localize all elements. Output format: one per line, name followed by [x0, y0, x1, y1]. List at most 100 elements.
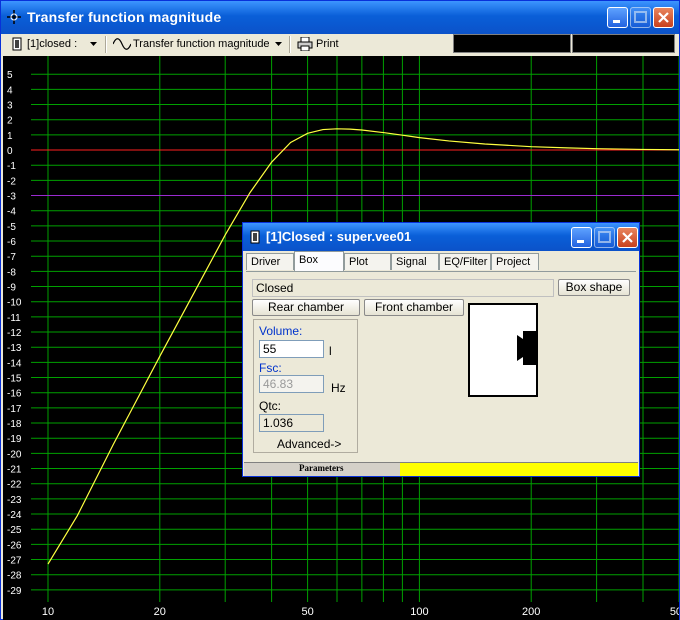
x-tick-label: 200 — [522, 606, 540, 618]
fsc-field: 46.83 — [259, 375, 324, 393]
y-tick-label: -2 — [7, 176, 16, 187]
status-bar: Parameters — [244, 462, 638, 476]
graph-type-label: Transfer function magnitude — [133, 38, 270, 50]
y-tick-label: -9 — [7, 283, 16, 294]
y-tick-label: -25 — [7, 525, 22, 536]
print-button[interactable]: Print — [297, 36, 347, 52]
speaker-icon — [12, 37, 22, 51]
status-progress-fill — [400, 463, 638, 476]
front-chamber-button[interactable]: Front chamber — [364, 299, 464, 316]
chevron-down-icon — [90, 42, 97, 46]
y-tick-label: -7 — [7, 252, 16, 263]
minimize-button[interactable] — [607, 7, 628, 28]
y-tick-label: 2 — [7, 116, 13, 127]
toolbar-separator — [105, 36, 107, 53]
box-design-dialog: [1]Closed : super.vee01 Driver Box Plot … — [242, 222, 640, 477]
advanced-link[interactable]: Advanced-> — [277, 437, 341, 451]
y-tick-label: -23 — [7, 495, 22, 506]
dialog-minimize-button[interactable] — [571, 227, 592, 248]
volume-unit: l — [329, 344, 332, 358]
tab-driver[interactable]: Driver — [246, 253, 294, 270]
close-icon — [622, 232, 633, 243]
y-tick-label: -15 — [7, 374, 22, 385]
y-tick-label: -14 — [7, 358, 22, 369]
status-label: Parameters — [299, 463, 344, 473]
y-tick-label: 0 — [7, 146, 13, 157]
print-label: Print — [316, 38, 339, 50]
close-icon — [658, 12, 669, 23]
y-tick-label: -4 — [7, 207, 16, 218]
dialog-title: [1]Closed : super.vee01 — [266, 229, 412, 244]
readout-box-1 — [453, 34, 571, 53]
y-tick-label: -13 — [7, 343, 22, 354]
tab-box[interactable]: Box — [294, 251, 344, 271]
x-tick-label: 50 — [301, 606, 313, 618]
y-tick-label: -27 — [7, 556, 22, 567]
fsc-unit: Hz — [331, 381, 346, 395]
dialog-title-bar[interactable]: [1]Closed : super.vee01 — [243, 223, 639, 251]
y-tick-label: -5 — [7, 222, 16, 233]
x-tick-label: 100 — [410, 606, 428, 618]
tab-project[interactable]: Project — [491, 253, 539, 270]
printer-icon — [297, 37, 313, 51]
y-tick-label: -21 — [7, 465, 22, 476]
y-tick-label: -12 — [7, 328, 22, 339]
x-tick-label: 500 — [670, 606, 679, 618]
y-tick-label: -24 — [7, 510, 22, 521]
y-tick-label: -11 — [7, 313, 21, 324]
tab-plot[interactable]: Plot — [344, 253, 391, 270]
box-type-field: Closed — [252, 279, 554, 297]
dialog-close-button[interactable] — [617, 227, 638, 248]
chevron-down-icon — [275, 42, 282, 46]
project-select-label: [1]closed : — [27, 38, 78, 50]
crosshair-icon — [7, 10, 21, 24]
graph-type-dropdown[interactable]: Transfer function magnitude — [111, 36, 283, 52]
tab-eq-filter[interactable]: EQ/Filter — [439, 253, 491, 270]
maximize-icon — [634, 11, 647, 23]
y-tick-label: -10 — [7, 298, 22, 309]
y-tick-label: 3 — [7, 101, 13, 112]
y-tick-label: -22 — [7, 480, 22, 491]
maximize-button[interactable] — [630, 7, 651, 28]
close-button[interactable] — [653, 7, 674, 28]
y-tick-label: 4 — [7, 85, 13, 96]
dialog-maximize-button[interactable] — [594, 227, 615, 248]
x-tick-label: 10 — [42, 606, 54, 618]
y-tick-label: 1 — [7, 131, 13, 142]
waveform-icon — [113, 38, 131, 50]
y-tick-label: -16 — [7, 389, 22, 400]
box-shape-button[interactable]: Box shape — [558, 279, 630, 296]
toolbar: [1]closed : Transfer function magnitude … — [1, 34, 679, 54]
maximize-icon — [598, 231, 611, 243]
box-diagram — [468, 303, 538, 397]
rear-chamber-button[interactable]: Rear chamber — [252, 299, 360, 316]
volume-input[interactable]: 55 — [259, 340, 324, 358]
y-tick-label: -19 — [7, 434, 22, 445]
main-window: Transfer function magnitude [1]closed : … — [0, 0, 680, 620]
project-dropdown[interactable]: [1]closed : — [9, 36, 101, 52]
minimize-icon — [613, 20, 620, 23]
y-tick-label: -18 — [7, 419, 22, 430]
tab-signal[interactable]: Signal — [391, 253, 439, 270]
volume-label: Volume: — [259, 324, 303, 338]
y-tick-label: -29 — [7, 586, 22, 597]
y-tick-label: -3 — [7, 192, 16, 203]
qtc-label: Qtc: — [259, 399, 282, 413]
y-tick-label: -28 — [7, 571, 22, 582]
minimize-icon — [577, 240, 584, 243]
y-tick-label: -20 — [7, 449, 22, 460]
speaker-icon — [250, 230, 260, 244]
y-tick-label: 5 — [7, 70, 13, 81]
window-title: Transfer function magnitude — [27, 9, 222, 25]
title-bar[interactable]: Transfer function magnitude — [1, 1, 679, 34]
qtc-field: 1.036 — [259, 414, 324, 432]
fsc-label: Fsc: — [259, 361, 282, 375]
y-tick-label: -17 — [7, 404, 22, 415]
y-tick-label: -6 — [7, 237, 16, 248]
y-tick-label: -1 — [7, 161, 16, 172]
y-tick-label: -8 — [7, 267, 16, 278]
y-tick-label: -26 — [7, 540, 22, 551]
readout-box-2 — [572, 34, 675, 53]
toolbar-separator — [289, 36, 291, 53]
x-tick-label: 20 — [154, 606, 166, 618]
